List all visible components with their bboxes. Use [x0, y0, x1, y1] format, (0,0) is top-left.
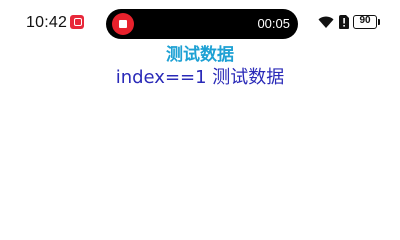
sim-alert-icon: [339, 15, 349, 29]
app-badge-icon: [70, 15, 84, 29]
phone-screen: 10:42 00:05 90 测试数据 index==1 测试数据: [0, 0, 400, 220]
screen-recorder-pill[interactable]: 00:05: [106, 9, 298, 39]
list-item-text: index==1 测试数据: [115, 67, 285, 88]
recording-timer: 00:05: [257, 16, 290, 31]
battery-icon: 90: [353, 15, 380, 29]
wifi-icon: [318, 16, 334, 28]
status-bar: 10:42 00:05 90: [0, 0, 400, 44]
page-title: 测试数据: [166, 45, 234, 65]
battery-level: 90: [359, 15, 371, 26]
status-time: 10:42: [26, 14, 68, 31]
record-stop-icon[interactable]: [112, 13, 134, 35]
